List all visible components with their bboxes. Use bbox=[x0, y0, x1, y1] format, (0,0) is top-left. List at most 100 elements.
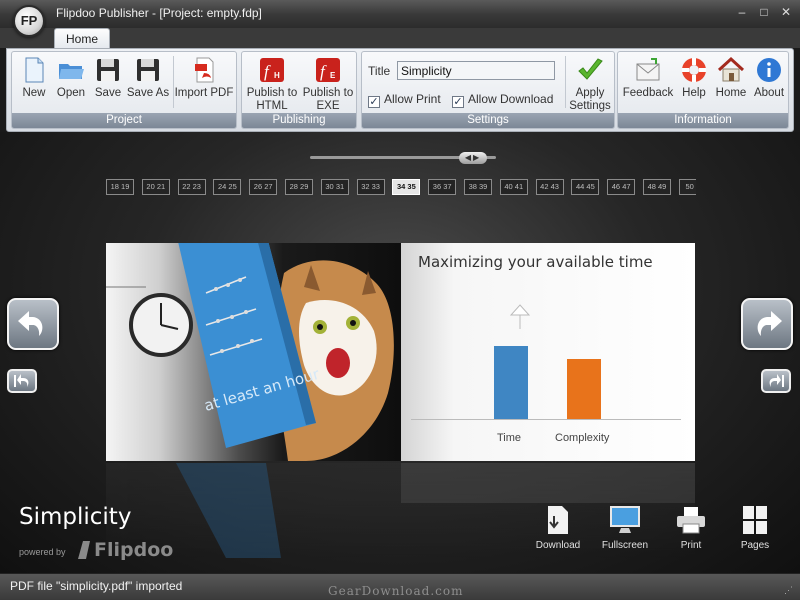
page-thumbnail[interactable]: 36 37 bbox=[428, 179, 457, 195]
floppy-disk-save-as-icon bbox=[137, 59, 159, 81]
window-title: Flipdoo Publisher - [Project: empty.fdp] bbox=[56, 6, 262, 20]
monitor-icon bbox=[610, 506, 640, 533]
svg-text:H: H bbox=[274, 71, 280, 80]
help-button[interactable]: Help bbox=[676, 54, 712, 112]
title-input[interactable] bbox=[397, 61, 555, 80]
pages-grid-icon bbox=[743, 506, 767, 534]
publish-exe-button[interactable]: fE Publish to EXE bbox=[300, 54, 356, 112]
group-label-project: Project bbox=[12, 113, 236, 128]
powered-by-label: powered by bbox=[19, 547, 66, 557]
app-logo[interactable]: FP bbox=[13, 5, 45, 37]
new-document-icon bbox=[25, 57, 44, 83]
chart-category-label: Time bbox=[497, 432, 522, 444]
page-thumbnail[interactable]: 32 33 bbox=[356, 179, 385, 195]
open-folder-icon bbox=[59, 64, 84, 79]
pages-button[interactable]: Pages bbox=[725, 504, 785, 551]
publish-html-button[interactable]: fH Publish to HTML bbox=[244, 54, 300, 112]
next-page-button[interactable] bbox=[741, 298, 793, 350]
group-project: New Open Save Save As Import PDF Project bbox=[11, 51, 237, 129]
flipdoo-logo-icon bbox=[78, 541, 90, 559]
green-checkmark-icon bbox=[578, 58, 603, 80]
envelope-icon bbox=[636, 58, 660, 81]
save-button[interactable]: Save bbox=[90, 54, 126, 112]
page-thumbnail[interactable]: 38 39 bbox=[463, 179, 492, 195]
title-bar: Flipdoo Publisher - [Project: empty.fdp]… bbox=[0, 0, 800, 28]
first-page-button[interactable] bbox=[7, 369, 37, 393]
printer-icon bbox=[677, 507, 705, 534]
chart-bar-time bbox=[494, 346, 528, 419]
page-thumbnails: 18 19 20 21 22 23 24 25 26 27 28 29 30 31 32 33… bbox=[106, 179, 696, 197]
fullscreen-button[interactable]: Fullscreen bbox=[595, 504, 655, 551]
page-thumbnail[interactable]: 26 27 bbox=[249, 179, 278, 195]
group-information: Feedback Help Home About Information bbox=[617, 51, 789, 129]
curved-arrow-right-icon bbox=[757, 311, 782, 336]
group-settings: Title ✓Allow Print ✓Allow Download Apply… bbox=[361, 51, 615, 129]
previous-page-button[interactable] bbox=[7, 298, 59, 350]
page-thumbnail[interactable]: 30 31 bbox=[320, 179, 349, 195]
curved-arrow-left-icon bbox=[18, 311, 43, 336]
feedback-button[interactable]: Feedback bbox=[620, 54, 676, 112]
floppy-disk-icon bbox=[97, 59, 119, 81]
about-button[interactable]: About bbox=[750, 54, 788, 112]
page-thumbnail[interactable]: 46 47 bbox=[607, 179, 636, 195]
flipbook: at least an hour Maximizing your availab… bbox=[106, 243, 695, 461]
page-thumbnail[interactable]: 28 29 bbox=[284, 179, 313, 195]
group-label-publishing: Publishing bbox=[242, 113, 356, 128]
last-page-button[interactable] bbox=[761, 369, 791, 393]
page-thumbnail[interactable]: 50 5 bbox=[678, 179, 696, 195]
brand-name: Flipdoo bbox=[94, 539, 174, 561]
zoom-slider-thumb[interactable]: ◀▶ bbox=[459, 152, 487, 164]
page-thumbnail[interactable]: 48 49 bbox=[642, 179, 671, 195]
flash-exe-icon: fE bbox=[316, 58, 340, 82]
chart-bar-complexity bbox=[567, 359, 601, 419]
group-label-information: Information bbox=[618, 113, 788, 128]
document-title: Simplicity bbox=[19, 504, 132, 530]
group-label-settings: Settings bbox=[362, 113, 614, 128]
flipbook-stage: ◀▶ 18 19 20 21 22 23 24 25 26 27 28 29 30 31 32… bbox=[0, 132, 800, 573]
maximize-button[interactable]: □ bbox=[757, 5, 771, 19]
tab-home[interactable]: Home bbox=[54, 28, 110, 49]
close-button[interactable]: ✕ bbox=[779, 5, 793, 19]
page-thumbnail[interactable]: 22 23 bbox=[177, 179, 206, 195]
pdf-import-icon bbox=[195, 57, 214, 83]
download-button[interactable]: Download bbox=[528, 504, 588, 551]
left-page-illustration: at least an hour bbox=[106, 243, 394, 461]
new-button[interactable]: New bbox=[14, 54, 54, 112]
info-icon bbox=[757, 58, 781, 82]
title-label: Title bbox=[368, 64, 391, 78]
page-thumbnail[interactable]: 24 25 bbox=[213, 179, 242, 195]
ribbon: New Open Save Save As Import PDF Project… bbox=[6, 48, 794, 132]
left-page[interactable]: at least an hour bbox=[106, 243, 401, 461]
group-publishing: fH Publish to HTML fE Publish to EXE Pub… bbox=[241, 51, 357, 129]
apply-settings-button[interactable]: Apply Settings bbox=[566, 54, 614, 112]
page-thumbnail[interactable]: 18 19 bbox=[106, 179, 134, 195]
page-thumbnail[interactable]: 42 43 bbox=[535, 179, 564, 195]
print-button[interactable]: Print bbox=[661, 504, 721, 551]
bar-chart bbox=[494, 304, 601, 419]
allow-download-checkbox[interactable]: ✓ Allow Download bbox=[452, 92, 553, 108]
right-page[interactable]: Maximizing your available time Time Compl… bbox=[401, 243, 695, 461]
flash-html-icon: fH bbox=[260, 58, 284, 82]
ribbon-tabstrip bbox=[0, 28, 800, 48]
watermark: GearDownload.com bbox=[328, 584, 464, 598]
page-thumbnail[interactable]: 40 41 bbox=[499, 179, 528, 195]
forward-arrow-icon bbox=[769, 374, 784, 387]
rewind-arrow-icon bbox=[14, 374, 29, 387]
minimize-button[interactable]: – bbox=[735, 5, 749, 19]
lifebuoy-icon bbox=[682, 58, 706, 82]
chart-category-label: Complexity bbox=[555, 432, 610, 444]
house-icon bbox=[717, 56, 745, 82]
open-button[interactable]: Open bbox=[52, 54, 90, 112]
chart-axis bbox=[411, 419, 681, 420]
checkbox-checked-icon: ✓ bbox=[452, 96, 464, 108]
allow-print-checkbox[interactable]: ✓ Allow Print bbox=[368, 92, 441, 108]
resize-grip-icon[interactable]: ⋰ bbox=[784, 585, 794, 595]
import-pdf-button[interactable]: Import PDF bbox=[174, 54, 234, 112]
status-message: PDF file "simplicity.pdf" imported bbox=[10, 579, 183, 593]
save-as-button[interactable]: Save As bbox=[126, 54, 170, 112]
up-arrow-icon bbox=[509, 304, 531, 329]
page-thumbnail[interactable]: 20 21 bbox=[141, 179, 170, 195]
home-button[interactable]: Home bbox=[712, 54, 750, 112]
page-thumbnail[interactable]: 44 45 bbox=[571, 179, 600, 195]
page-thumbnail[interactable]: 34 35 bbox=[392, 179, 421, 195]
